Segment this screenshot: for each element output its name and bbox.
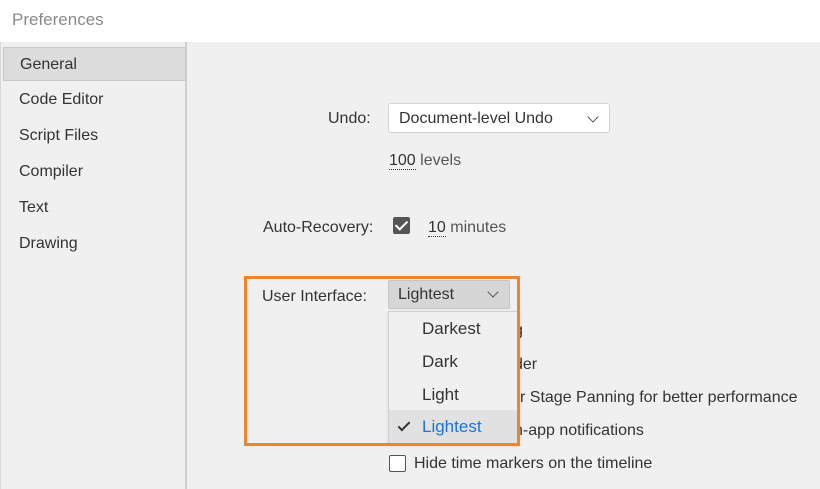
- sidebar-item-script-files[interactable]: Script Files: [3, 119, 186, 153]
- auto-recovery-suffix: minutes: [450, 219, 507, 236]
- sidebar: General Code Editor Script Files Compile…: [0, 42, 187, 489]
- undo-select-value: Document-level Undo: [399, 110, 553, 127]
- sidebar-item-label: General: [20, 56, 77, 73]
- sidebar-item-text[interactable]: Text: [3, 191, 186, 225]
- auto-recovery-interval: 10 minutes: [428, 219, 506, 237]
- chevron-down-icon: [587, 111, 599, 123]
- title-bar: Preferences: [0, 0, 820, 42]
- sidebar-item-label: Script Files: [19, 127, 99, 144]
- hidden-option-text: n-app notifications: [514, 422, 644, 439]
- sidebar-item-label: Code Editor: [19, 91, 104, 108]
- sidebar-item-drawing[interactable]: Drawing: [3, 227, 186, 261]
- sidebar-item-label: Compiler: [19, 163, 84, 180]
- auto-recovery-minutes-value[interactable]: 10: [428, 219, 446, 237]
- window-title: Preferences: [12, 10, 104, 29]
- undo-label: Undo:: [328, 110, 371, 127]
- undo-levels: 100 levels: [389, 152, 461, 170]
- auto-recovery-checkbox[interactable]: [393, 217, 410, 234]
- hide-time-markers-label: Hide time markers on the timeline: [414, 455, 653, 472]
- sidebar-item-compiler[interactable]: Compiler: [3, 155, 186, 189]
- auto-recovery-label: Auto-Recovery:: [263, 219, 374, 236]
- sidebar-item-general[interactable]: General: [3, 47, 186, 81]
- sidebar-item-label: Text: [19, 199, 49, 216]
- undo-levels-suffix: levels: [420, 152, 462, 169]
- sidebar-item-code-editor[interactable]: Code Editor: [3, 83, 186, 117]
- undo-select[interactable]: Document-level Undo: [388, 103, 610, 133]
- hidden-option-text: r Stage Panning for better performance: [520, 389, 798, 406]
- undo-levels-value[interactable]: 100: [389, 152, 416, 170]
- highlight-annotation-box: [244, 276, 520, 446]
- sidebar-item-label: Drawing: [19, 235, 78, 252]
- hide-time-markers-checkbox[interactable]: [389, 455, 406, 472]
